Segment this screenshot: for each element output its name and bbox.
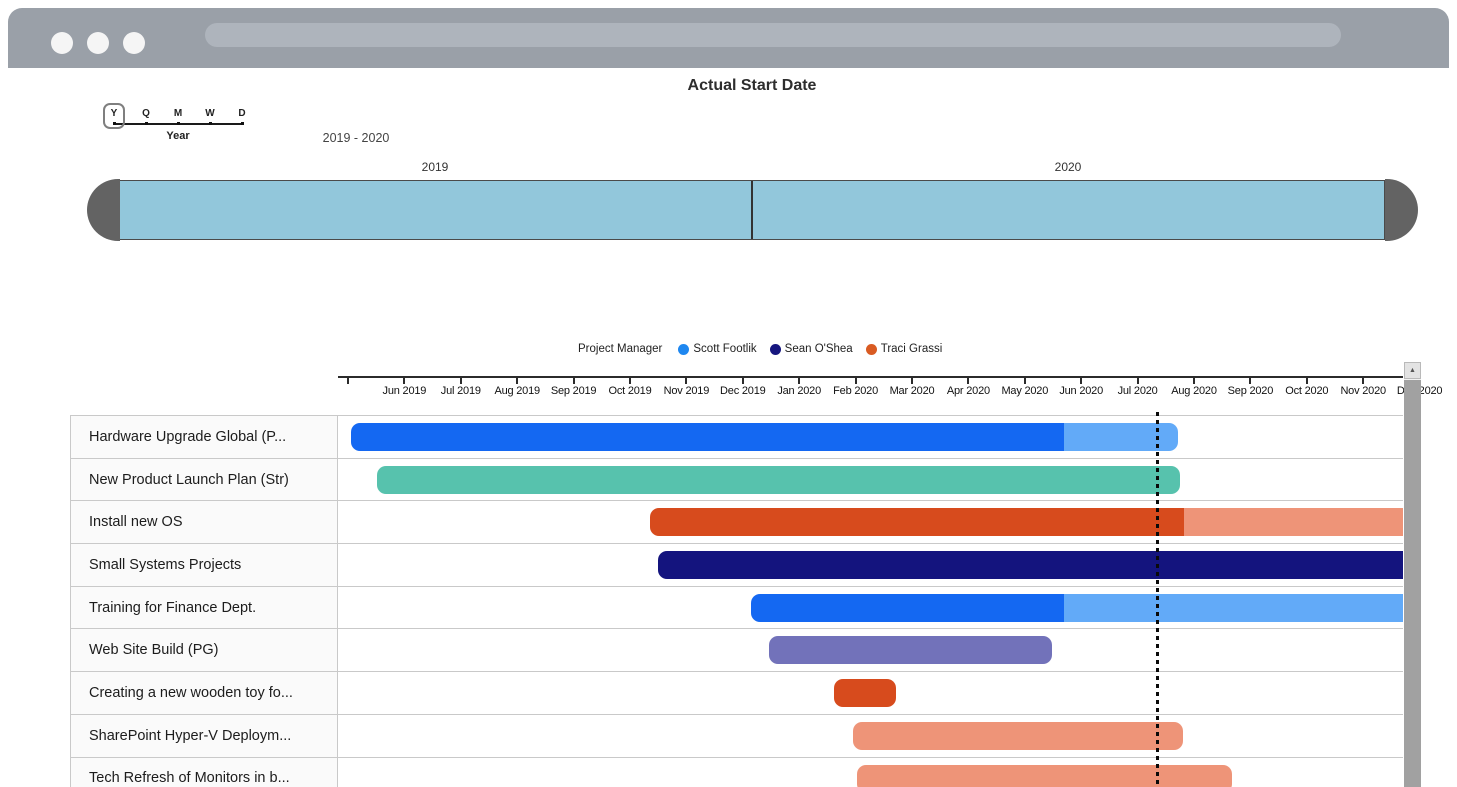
legend-color-dot-icon: [866, 344, 877, 355]
legend-item[interactable]: Traci Grassi: [866, 343, 943, 355]
task-timeline-cell: [338, 758, 1403, 787]
task-timeline-cell: [338, 501, 1403, 543]
table-row: Hardware Upgrade Global (P...: [70, 416, 1403, 459]
legend-item-label: Sean O'Shea: [785, 343, 853, 355]
legend-color-dot-icon: [678, 344, 689, 355]
timescale-selected-label: Year: [148, 130, 208, 142]
slider-segment-label-2019: 2019: [385, 160, 485, 174]
axis-tick: [1249, 378, 1251, 384]
task-timeline-cell: [338, 459, 1403, 501]
gantt-bar-segment[interactable]: [853, 722, 1183, 750]
window-button-1[interactable]: [51, 32, 73, 54]
task-label-cell[interactable]: Creating a new wooden toy fo...: [70, 672, 338, 714]
gantt-bar-segment[interactable]: [1184, 508, 1403, 536]
browser-window: Actual Start Date YQMWD Year 2019 - 2020…: [0, 0, 1457, 787]
table-row: New Product Launch Plan (Str): [70, 459, 1403, 502]
gantt-bar-segment[interactable]: [751, 594, 1064, 622]
today-line: [1156, 412, 1159, 787]
gantt-bar-segment[interactable]: [658, 551, 1403, 579]
gantt-bar-segment[interactable]: [1064, 594, 1403, 622]
timescale-stop-dot: [209, 122, 212, 125]
timescale-stop-dot: [241, 122, 244, 125]
legend: Project Manager Scott Footlik Sean O'Shea…: [578, 343, 955, 355]
axis-tick: [460, 378, 462, 384]
axis-tick: [685, 378, 687, 384]
axis-tick: [798, 378, 800, 384]
axis-tick: [347, 378, 349, 384]
legend-title: Project Manager: [578, 343, 662, 355]
axis-tick: [911, 378, 913, 384]
axis-tick: [742, 378, 744, 384]
legend-item-label: Traci Grassi: [881, 343, 943, 355]
task-timeline-cell: [338, 629, 1403, 671]
timescale-stop-dot: [177, 122, 180, 125]
slider-segment-label-2020: 2020: [1018, 160, 1118, 174]
task-label-cell[interactable]: Hardware Upgrade Global (P...: [70, 416, 338, 458]
task-timeline-cell: [338, 416, 1403, 458]
task-label-cell[interactable]: Tech Refresh of Monitors in b...: [70, 758, 338, 787]
table-row: Web Site Build (PG): [70, 629, 1403, 672]
table-row: Small Systems Projects: [70, 544, 1403, 587]
task-label-cell[interactable]: Small Systems Projects: [70, 544, 338, 586]
timescale-selected-box: [103, 103, 125, 129]
axis-tick: [629, 378, 631, 384]
timescale-option-w[interactable]: W: [200, 108, 220, 119]
legend-item-label: Scott Footlik: [693, 343, 756, 355]
task-label-cell[interactable]: Web Site Build (PG): [70, 629, 338, 671]
slider-left-handle[interactable]: [87, 179, 120, 241]
slider-year-divider: [751, 181, 753, 239]
table-row: Training for Finance Dept.: [70, 587, 1403, 630]
slider-right-handle[interactable]: [1385, 179, 1418, 241]
address-bar[interactable]: [205, 23, 1341, 47]
task-timeline-cell: [338, 587, 1403, 629]
scrollbar-thumb[interactable]: [1404, 380, 1421, 787]
gantt-bar-segment[interactable]: [351, 423, 1064, 451]
legend-item[interactable]: Scott Footlik: [678, 343, 756, 355]
gantt-bar-segment[interactable]: [1064, 423, 1178, 451]
axis-tick: [1024, 378, 1026, 384]
table-row: Creating a new wooden toy fo...: [70, 672, 1403, 715]
table-row: Tech Refresh of Monitors in b...: [70, 758, 1403, 787]
timescale-option-q[interactable]: Q: [136, 108, 156, 119]
axis-tick: [855, 378, 857, 384]
axis-tick: [1306, 378, 1308, 384]
axis-tick: [1362, 378, 1364, 384]
window-button-3[interactable]: [123, 32, 145, 54]
axis-tick: [573, 378, 575, 384]
axis-tick: [1080, 378, 1082, 384]
axis-tick: [516, 378, 518, 384]
task-label-cell[interactable]: SharePoint Hyper-V Deploym...: [70, 715, 338, 757]
gantt-bar-segment[interactable]: [834, 679, 896, 707]
window-button-2[interactable]: [87, 32, 109, 54]
date-range-label: 2019 - 2020: [296, 131, 416, 145]
timescale-stop-dot: [145, 122, 148, 125]
gantt-bar-segment[interactable]: [650, 508, 1184, 536]
browser-titlebar: [8, 8, 1449, 68]
task-timeline-cell: [338, 672, 1403, 714]
task-label-cell[interactable]: Training for Finance Dept.: [70, 587, 338, 629]
gantt-bar-segment[interactable]: [769, 636, 1052, 664]
axis-tick: [967, 378, 969, 384]
gantt-grid: Hardware Upgrade Global (P...New Product…: [70, 415, 1403, 787]
time-axis-line: [338, 376, 1403, 378]
table-row: Install new OS: [70, 501, 1403, 544]
page-title: Actual Start Date: [0, 77, 1457, 95]
gantt-bar-segment[interactable]: [377, 466, 1180, 494]
timescale-option-m[interactable]: M: [168, 108, 188, 119]
legend-item[interactable]: Sean O'Shea: [770, 343, 853, 355]
gantt-bar-segment[interactable]: [857, 765, 1232, 787]
axis-tick: [1137, 378, 1139, 384]
task-label-cell[interactable]: New Product Launch Plan (Str): [70, 459, 338, 501]
task-timeline-cell: [338, 715, 1403, 757]
timescale-option-d[interactable]: D: [232, 108, 252, 119]
scrollbar-up-icon[interactable]: ▲: [1404, 362, 1421, 379]
axis-tick: [403, 378, 405, 384]
legend-color-dot-icon: [770, 344, 781, 355]
axis-tick: [1193, 378, 1195, 384]
table-row: SharePoint Hyper-V Deploym...: [70, 715, 1403, 758]
task-timeline-cell: [338, 544, 1403, 586]
task-label-cell[interactable]: Install new OS: [70, 501, 338, 543]
